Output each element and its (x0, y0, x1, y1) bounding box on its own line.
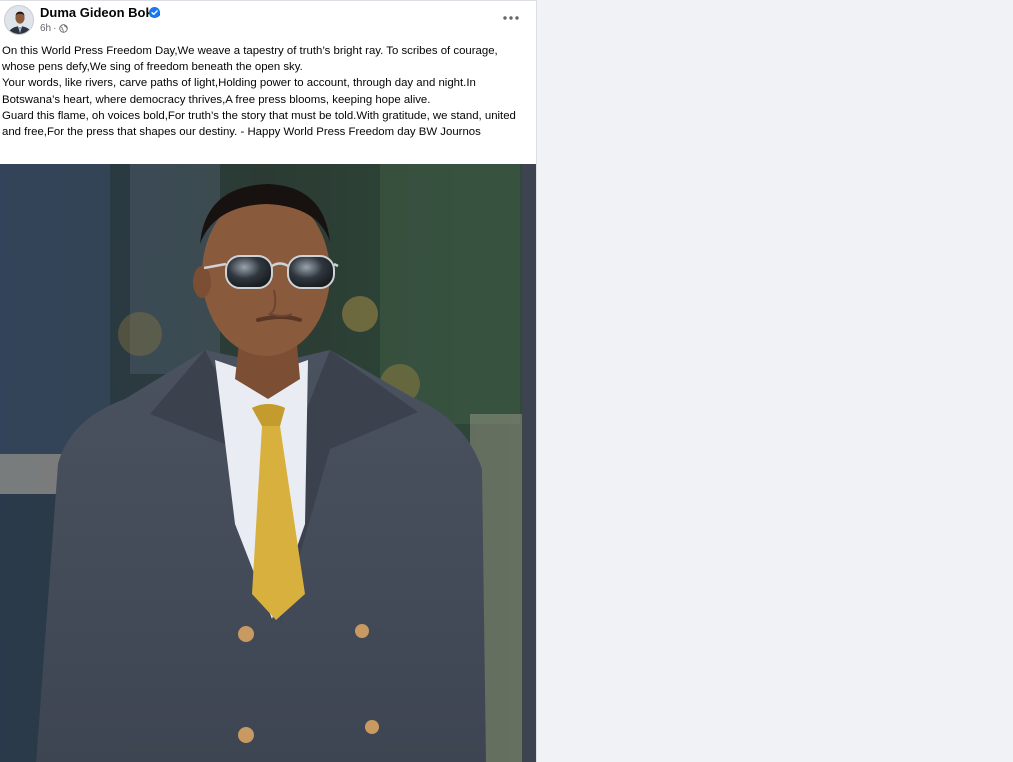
post-message: On this World Press Freedom Day,We weave… (2, 43, 532, 140)
verified-badge-icon (149, 7, 160, 18)
globe-icon[interactable] (59, 24, 69, 33)
post-card: Duma Gideon Boko 6h · On this World Pres… (0, 0, 537, 762)
post-photo[interactable] (0, 164, 536, 762)
post-paragraph: Your words, like rivers, carve paths of … (2, 77, 476, 106)
author-avatar[interactable] (4, 5, 34, 35)
photo-man-in-coat (0, 164, 536, 762)
post-meta: 6h · (40, 23, 69, 34)
author-name[interactable]: Duma Gideon Boko (40, 5, 161, 20)
post-paragraph: Guard this flame, oh voices bold,For tru… (2, 109, 516, 139)
more-options-button[interactable] (500, 9, 522, 27)
post-paragraph: On this World Press Freedom Day,We weave… (2, 45, 498, 74)
more-options-icon (503, 16, 519, 20)
meta-separator: · (53, 23, 57, 34)
post-timestamp[interactable]: 6h (40, 23, 51, 34)
avatar-image (5, 6, 33, 34)
empty-page-area (537, 0, 1013, 762)
post-header: Duma Gideon Boko 6h · (0, 1, 536, 41)
